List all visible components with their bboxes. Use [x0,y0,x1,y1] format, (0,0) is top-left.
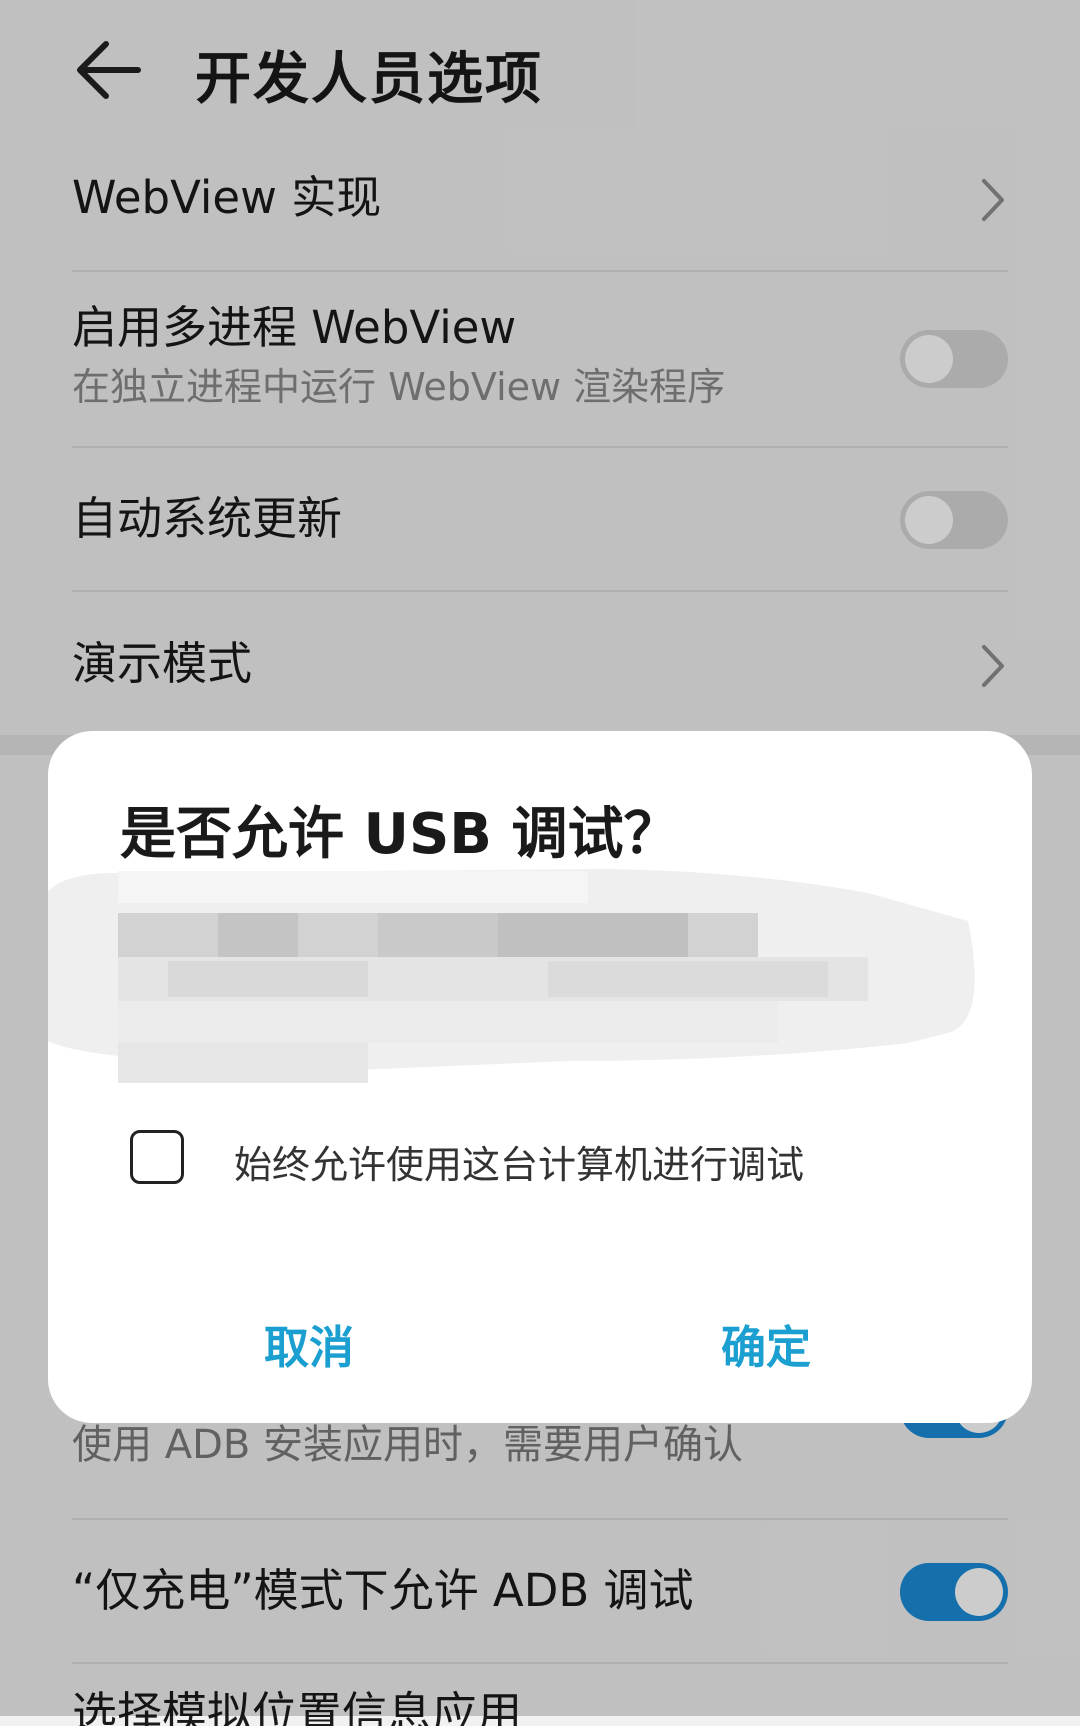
dialog-title: 是否允许 USB 调试？ [120,802,680,867]
redacted-fingerprint-blur [48,869,975,1083]
checkbox-label: 始终允许使用这台计算机进行调试 [234,1143,805,1187]
cancel-button[interactable]: 取消 [264,1311,354,1376]
developer-options-page: 开发人员选项 WebView 实现 启用多进程 WebView 在独立进程中运行… [0,0,1080,1726]
usb-debugging-dialog: 是否允许 USB 调试？ 始终允许使用这台计算机进行调试 取消 确定 [48,731,1032,1423]
ok-button[interactable]: 确定 [721,1311,811,1376]
always-allow-checkbox[interactable] [130,1130,184,1184]
always-allow-checkbox-row[interactable]: 始终允许使用这台计算机进行调试 [130,1130,950,1190]
